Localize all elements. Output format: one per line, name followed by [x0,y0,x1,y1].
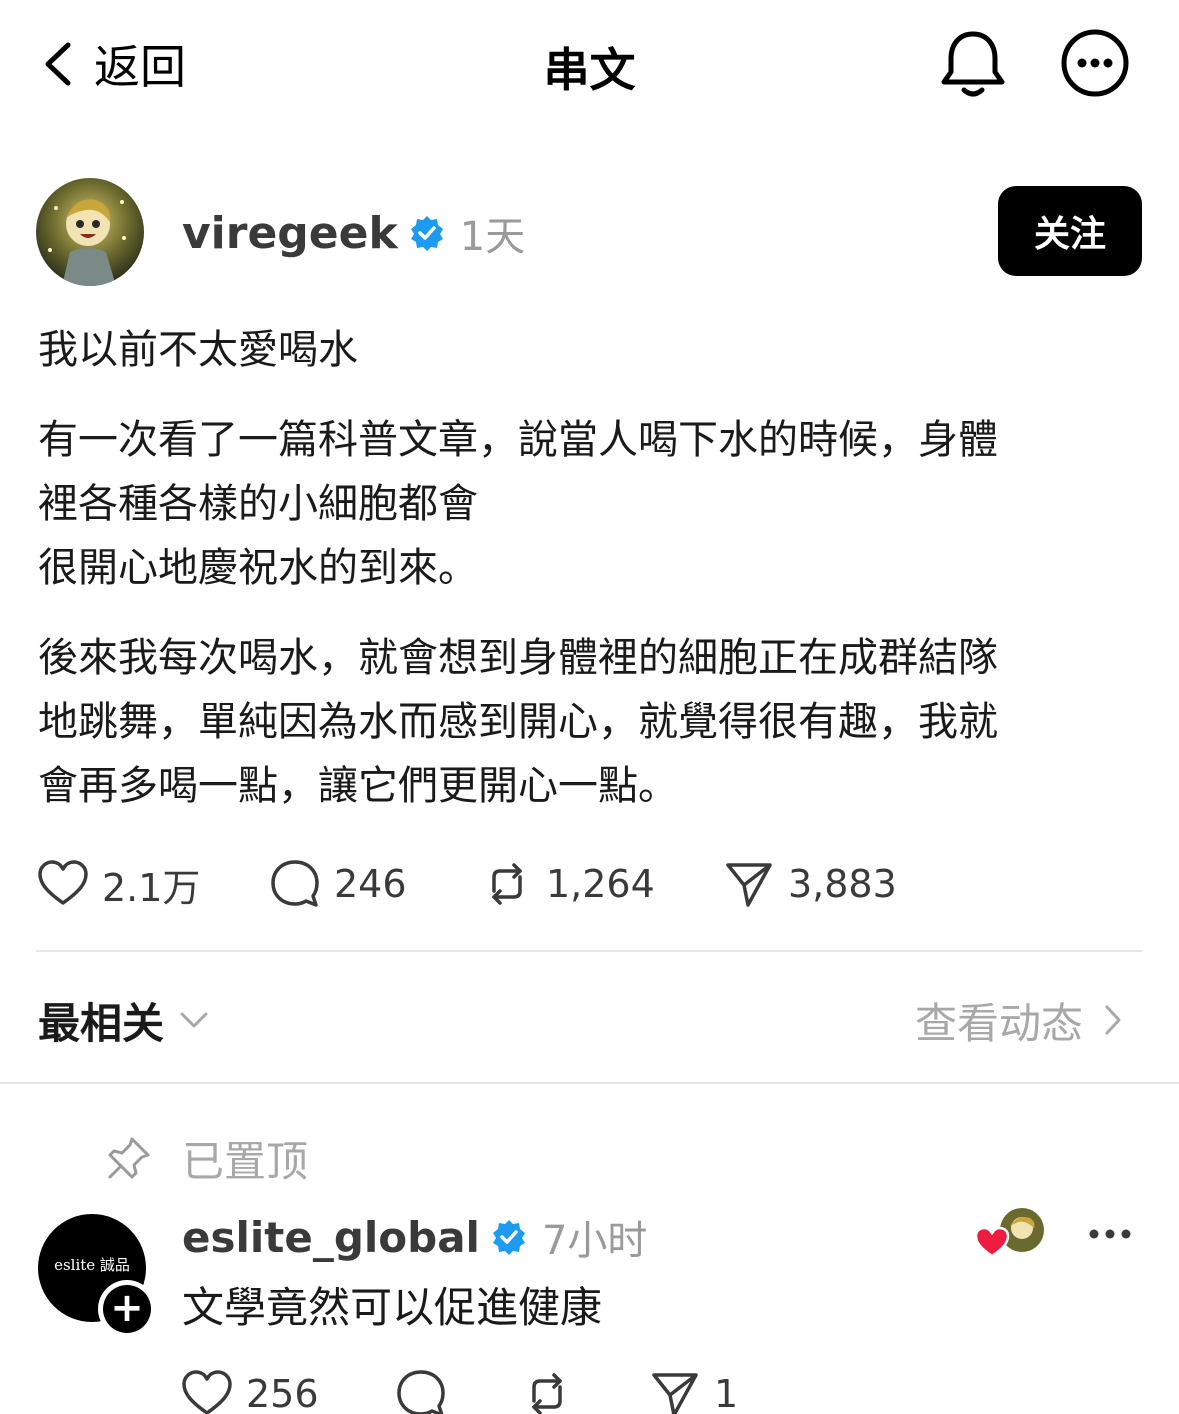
verified-badge-icon [410,216,443,251]
more-options-icon[interactable] [1060,28,1130,98]
post-body: 我以前不太愛喝水 有一次看了一篇科普文章，說當人喝下水的時候，身體 裡各種各樣的… [38,318,1138,844]
pinned-indicator: 已置顶 [106,1128,308,1188]
like-count: 2.1万 [102,865,201,910]
more-options-icon[interactable] [1086,1216,1134,1252]
share-button[interactable]: 3,883 [722,856,897,912]
reply-share-button[interactable]: 1 [648,1366,738,1414]
sort-label: 最相关 [38,998,165,1048]
divider [0,1082,1179,1084]
repost-count: 1,264 [546,862,655,906]
activity-label: 查看动态 [914,998,1083,1048]
chevron-right-icon [1105,1005,1121,1035]
divider [36,950,1142,952]
author-liked-icon [974,1208,1044,1258]
pinned-label: 已置顶 [182,1136,309,1186]
post-paragraph: 我以前不太愛喝水 [38,327,358,373]
reply-like-button[interactable]: 256 [180,1366,319,1414]
follow-plus-button[interactable]: + [98,1280,156,1338]
plus-icon: + [103,1285,151,1333]
eslite-logo: eslite 誠品 [54,1256,130,1274]
reply-header: eslite_global 7小时 [182,1208,647,1266]
username-row: viregeek 1天 [182,204,525,262]
bell-icon[interactable] [938,28,1008,100]
comment-icon [271,860,319,907]
reply-share-count: 1 [714,1372,739,1414]
top-bar: 返回 串文 [0,0,1179,130]
post-paragraph: 有一次看了一篇科普文章，說當人喝下水的時候，身體 裡各種各樣的小細胞都會 很開心… [38,417,998,591]
reply-time: 7小时 [541,1218,648,1264]
pin-icon [108,1137,150,1179]
heart-icon [182,1370,232,1414]
post-actions: 2.1万 246 1,264 3,883 [36,856,1146,912]
sort-dropdown[interactable]: 最相关 [38,990,210,1050]
reply-count: 246 [334,862,407,906]
like-button[interactable]: 2.1万 [36,856,200,912]
send-icon [726,863,772,907]
comment-icon [397,1370,445,1414]
reply-actions: 256 1 [180,1366,980,1414]
share-count: 3,883 [788,862,897,906]
reply-text: 文學竟然可以促進健康 [182,1283,603,1332]
avatar-image [36,178,144,286]
view-activity-link[interactable]: 查看动态 [915,990,1123,1050]
reply-button[interactable]: 246 [268,856,407,912]
repost-icon [532,1373,562,1414]
chevron-down-icon [180,1012,208,1028]
avatar[interactable] [36,178,144,286]
repost-button[interactable]: 1,264 [480,856,655,912]
reply-comment-button[interactable] [394,1366,448,1414]
repost-icon [492,863,522,905]
verified-badge-icon [492,1220,525,1255]
post-header: viregeek 1天 关注 [36,178,1146,288]
reply-like-count: 256 [246,1372,319,1414]
reply-username[interactable]: eslite_global [182,1213,480,1262]
post-paragraph: 後來我每次喝水，就會想到身體裡的細胞正在成群結隊 地跳舞，單純因為水而感到開心，… [38,635,998,809]
send-icon [652,1373,698,1414]
heart-icon [38,860,88,905]
follow-button[interactable]: 关注 [998,186,1142,276]
reply-repost-button[interactable] [520,1366,574,1414]
username[interactable]: viregeek [182,208,398,259]
post-time: 1天 [459,214,526,260]
